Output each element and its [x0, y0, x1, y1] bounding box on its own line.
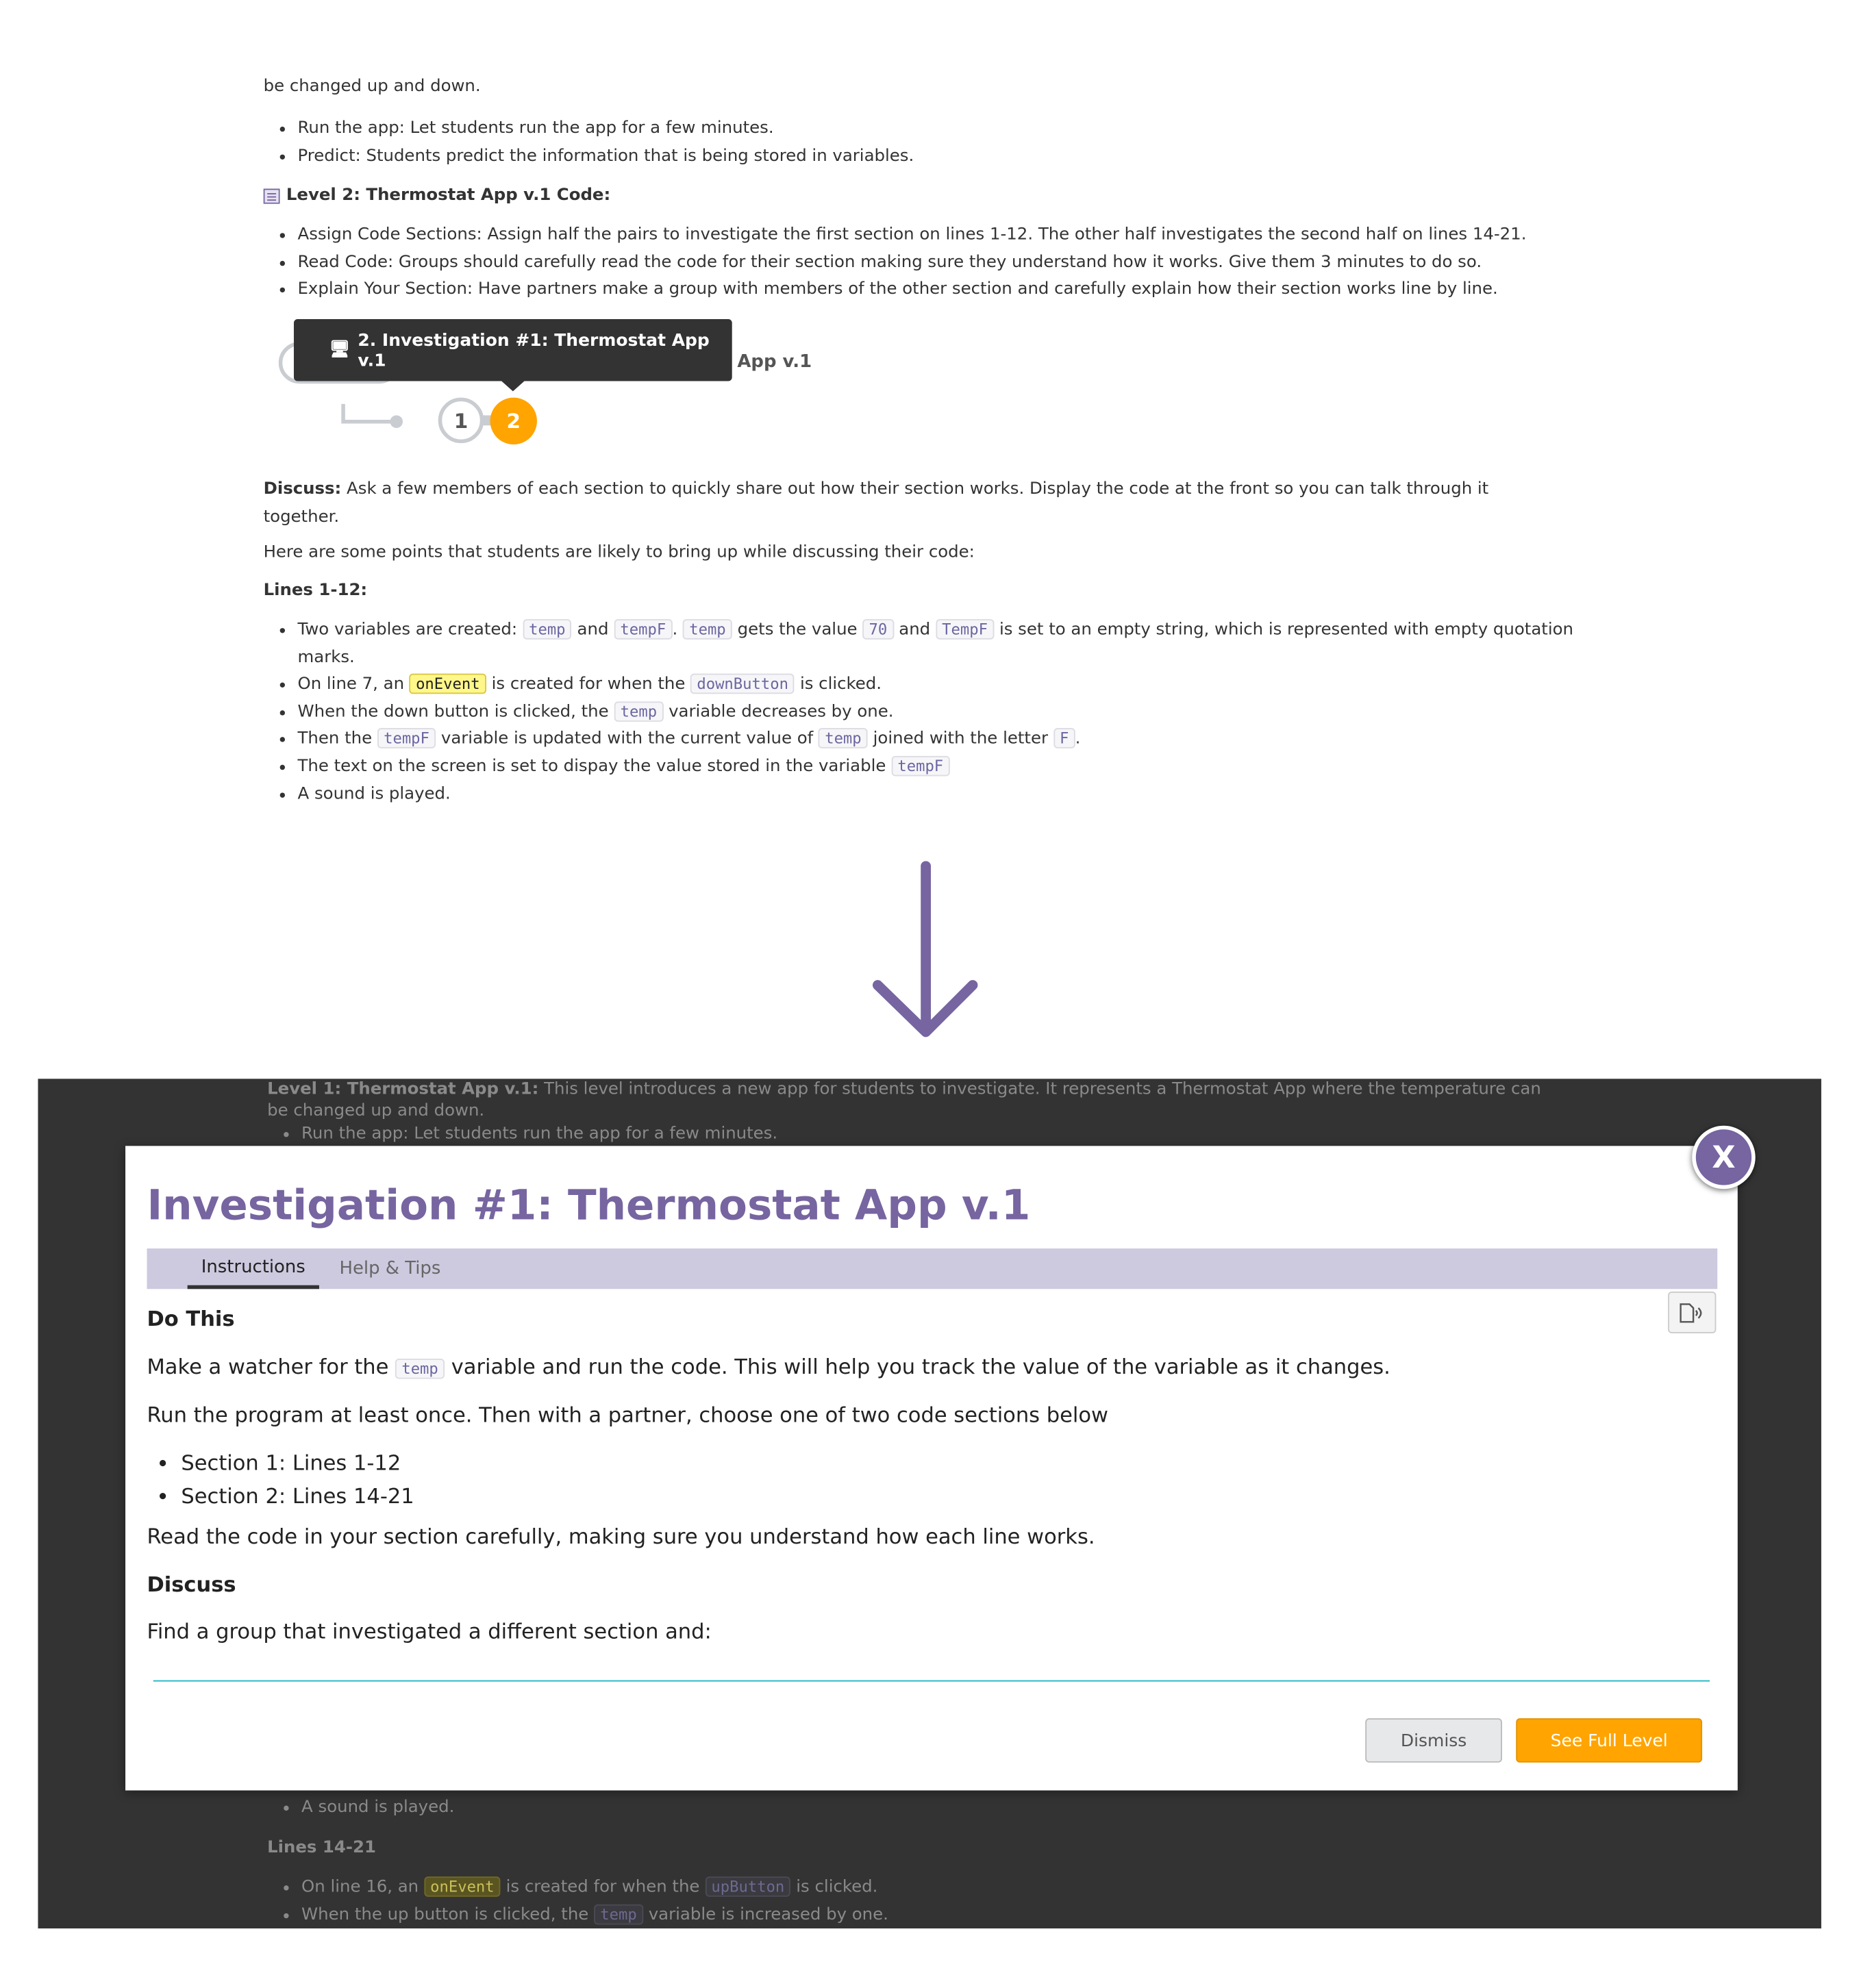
- text: is created for when the: [500, 1878, 706, 1897]
- code-chip: temp: [682, 619, 732, 640]
- progress-connector: [341, 403, 403, 428]
- code-chip: onEvent: [423, 1876, 501, 1897]
- code-chip: F: [1053, 728, 1075, 749]
- list-item: A sound is played.: [301, 1794, 454, 1822]
- list-item: On line 16, an onEvent is created for wh…: [301, 1874, 1568, 1902]
- divider: [153, 1680, 1710, 1682]
- bg-level1-bullets: Run the app: Let students run the app fo…: [267, 1123, 777, 1144]
- list-item: Section 1: Lines 1-12: [181, 1447, 414, 1480]
- text: is clicked.: [795, 675, 882, 694]
- text: When the up button is clicked, the: [301, 1904, 595, 1924]
- text: variable decreases by one.: [663, 702, 894, 722]
- text: On line 16, an: [301, 1878, 424, 1897]
- text: joined with the letter: [867, 729, 1053, 749]
- text: The text on the screen is set to dispay …: [297, 757, 892, 777]
- instruction-paragraph: Make a watcher for the temp variable and…: [147, 1355, 1390, 1379]
- text-to-speech-icon: [1680, 1303, 1702, 1322]
- code-chip: onEvent: [409, 674, 486, 694]
- list-item: Run the app: Let students run the app fo…: [298, 115, 1691, 142]
- code-chip: upButton: [705, 1876, 791, 1897]
- list-item: Then the tempF variable is updated with …: [298, 726, 1602, 753]
- list-item: Predict: Students predict the informatio…: [298, 142, 1691, 170]
- tooltip-arrow: [501, 381, 525, 392]
- discuss-heading: Discuss: [147, 1572, 236, 1597]
- lesson-plan-icon: [263, 188, 280, 204]
- code-chip: tempF: [614, 619, 673, 640]
- tab-help-tips[interactable]: Help & Tips: [340, 1248, 441, 1289]
- code-chip: temp: [395, 1358, 445, 1379]
- code-chip: temp: [594, 1904, 644, 1924]
- bg-level1-line: Level 1: Thermostat App v.1: This level …: [267, 1080, 1541, 1099]
- level2-heading: Level 2: Thermostat App v.1 Code:: [263, 182, 610, 210]
- tab-instructions[interactable]: Instructions: [187, 1248, 319, 1289]
- section-list: Section 1: Lines 1-12 Section 2: Lines 1…: [147, 1447, 414, 1513]
- code-chip: tempF: [377, 728, 436, 749]
- dialog-title: Investigation #1: Thermostat App v.1: [147, 1180, 1031, 1230]
- level-tooltip: 🖥 2. Investigation #1: Thermostat App v.1: [293, 318, 732, 381]
- level-dialog: Investigation #1: Thermostat App v.1 Ins…: [125, 1146, 1738, 1791]
- list-item: Read Code: Groups should carefully read …: [298, 249, 1691, 277]
- tab-bar: Instructions Help & Tips: [147, 1248, 1718, 1289]
- text: is clicked.: [790, 1878, 878, 1897]
- computer-icon: 🖥: [329, 340, 351, 360]
- do-this-heading: Do This: [147, 1307, 235, 1331]
- text: On line 7, an: [297, 675, 410, 694]
- text: .: [672, 620, 683, 640]
- list-item: Section 2: Lines 14-21: [181, 1480, 414, 1513]
- text: variable is increased by one.: [643, 1904, 888, 1924]
- instruction-paragraph: Run the program at least once. Then with…: [147, 1402, 1109, 1427]
- list-item: Two variables are created: temp and temp…: [298, 616, 1602, 671]
- text: and: [893, 620, 936, 640]
- list-item: Run the app: Let students run the app fo…: [301, 1123, 777, 1144]
- instruction-paragraph: Find a group that investigated a differe…: [147, 1619, 712, 1644]
- lines-14-21-bullets: On line 16, an onEvent is created for wh…: [267, 1874, 1568, 1929]
- text: A sound is played.: [297, 784, 451, 804]
- instruction-paragraph: Read the code in your section carefully,…: [147, 1524, 1095, 1549]
- close-button[interactable]: X: [1692, 1125, 1756, 1190]
- discuss-paragraph: Discuss: Ask a few members of each secti…: [263, 479, 1489, 527]
- text: Then the: [297, 729, 377, 749]
- bg-sound-bullet: A sound is played.: [267, 1794, 454, 1822]
- list-item: When the up button is clicked, the temp …: [301, 1901, 1568, 1928]
- list-item: When the down button is clicked, the tem…: [298, 699, 1602, 726]
- text-to-speech-button[interactable]: [1668, 1291, 1717, 1333]
- text: When the down button is clicked, the: [297, 702, 614, 722]
- dismiss-button[interactable]: Dismiss: [1365, 1718, 1502, 1763]
- code-chip: temp: [614, 701, 664, 722]
- code-chip: 70: [862, 619, 894, 640]
- bg-level1-line2: be changed up and down.: [267, 1101, 485, 1121]
- list-item: Assign Code Sections: Assign half the pa…: [298, 222, 1691, 249]
- code-chip: TempF: [935, 619, 995, 640]
- level2-bullets: Assign Code Sections: Assign half the pa…: [264, 222, 1691, 304]
- level-bubble-1[interactable]: 1: [438, 397, 484, 444]
- lines-1-12-bullets: Two variables are created: temp and temp…: [264, 616, 1602, 807]
- text: variable and run the code. This will hel…: [445, 1355, 1390, 1379]
- text: gets the value: [732, 620, 863, 640]
- points-intro: Here are some points that students are l…: [263, 543, 975, 562]
- list-item: Explain Your Section: Have partners make…: [298, 276, 1691, 303]
- text: .: [1075, 729, 1081, 749]
- lines-14-21-heading: Lines 14-21: [267, 1838, 376, 1858]
- list-item: On line 7, an onEvent is created for whe…: [298, 671, 1602, 699]
- see-full-level-button[interactable]: See Full Level: [1516, 1718, 1703, 1763]
- code-chip: temp: [522, 619, 572, 640]
- text: Make a watcher for the: [147, 1355, 396, 1379]
- level-bubble-2-current[interactable]: 2: [490, 397, 537, 444]
- text: is created for when the: [486, 675, 691, 694]
- list-item: A sound is played.: [298, 781, 1602, 808]
- list-item: The text on the screen is set to dispay …: [298, 753, 1602, 781]
- code-chip: temp: [818, 728, 868, 749]
- lines-1-12-heading: Lines 1-12:: [263, 581, 368, 601]
- text: variable is updated with the current val…: [436, 729, 819, 749]
- code-chip: downButton: [690, 674, 795, 694]
- arrow-down-icon: [872, 861, 978, 1037]
- text: Two variables are created:: [297, 620, 523, 640]
- close-icon: X: [1712, 1140, 1736, 1175]
- level1-bullets: Run the app: Let students run the app fo…: [264, 115, 1691, 170]
- text: and: [571, 620, 614, 640]
- code-chip: tempF: [891, 755, 950, 777]
- intro-tail: be changed up and down.: [263, 77, 481, 97]
